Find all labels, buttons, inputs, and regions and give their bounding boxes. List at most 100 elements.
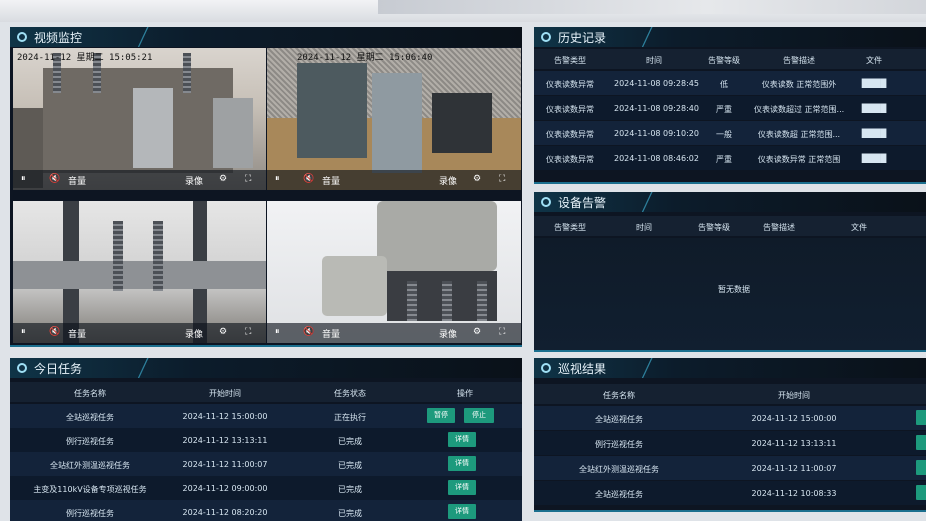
task-detail-button[interactable]: 详情 [448, 480, 476, 495]
fullscreen-icon[interactable]: ⛶ [245, 174, 251, 184]
fullscreen-icon[interactable]: ⛶ [245, 327, 251, 337]
table-row[interactable]: 仪表读数异常 2024-11-08 09:10:20 一般 仪表读数超 正常范围… [534, 121, 926, 145]
task-start-time: 2024-11-12 11:00:07 [182, 460, 268, 469]
record-button[interactable]: 录像 [439, 174, 457, 187]
fullscreen-icon[interactable]: ⛶ [499, 327, 505, 337]
task-name: 全站巡视任务 [66, 413, 114, 422]
header-slant-decoration [130, 27, 156, 47]
table-row: 全站巡视任务 2024-11-12 15:00:00 正在执行 暂停 停止 [10, 404, 522, 428]
fullscreen-icon[interactable]: ⛶ [499, 174, 505, 184]
alarm-level: 严重 [716, 155, 732, 164]
record-button[interactable]: 录像 [185, 327, 203, 340]
table-row[interactable]: 仪表读数异常 2024-11-08 09:28:40 严重 仪表读数超过 正常范… [534, 96, 926, 120]
table-row[interactable]: 全站巡视任务 2024-11-12 15:00:00 [534, 406, 926, 430]
device-panel-title: 设备告警 [558, 196, 607, 210]
table-row[interactable]: 例行巡视任务 2024-11-12 13:13:11 [534, 431, 926, 455]
table-row[interactable]: 仪表读数异常 2024-11-08 09:28:45 低 仪表读数 正常范围外 … [534, 71, 926, 95]
header-slant-decoration [634, 192, 660, 212]
video-feed-4[interactable]: ⏸ 🔇 音量 录像 ⚙ ⛶ [267, 201, 521, 343]
video-osd-timestamp: 2024-11-12 星期二 15:06:40 [297, 53, 433, 63]
alarm-time: 2024-11-08 09:10:20 [614, 129, 699, 138]
alarm-type: 仪表读数异常 [546, 130, 594, 139]
column-header: 开始时间 [209, 389, 241, 398]
mute-icon[interactable]: 🔇 [303, 174, 314, 184]
settings-icon[interactable]: ⚙ [473, 174, 481, 184]
video-feed-2[interactable]: 2024-11-12 星期二 15:06:40 ⏸ 🔇 音量 录像 ⚙ ⛶ [267, 48, 521, 190]
result-action-button[interactable] [916, 485, 926, 500]
panel-bullet-icon [541, 363, 551, 373]
audio-label[interactable]: 音量 [68, 174, 86, 187]
pause-task-button[interactable]: 暂停 [427, 408, 455, 423]
column-header: 任务名称 [74, 389, 106, 398]
video-controls: ⏸ 🔇 音量 录像 ⚙ ⛶ [267, 170, 521, 190]
alarm-type: 仪表读数异常 [546, 155, 594, 164]
table-row[interactable]: 仪表读数异常 2024-11-08 08:46:02 严重 仪表读数异常 正常范… [534, 146, 926, 170]
mute-icon[interactable]: 🔇 [303, 327, 314, 337]
result-start-time: 2024-11-12 10:08:33 [751, 489, 837, 498]
task-detail-button[interactable]: 详情 [448, 432, 476, 447]
video-panel-title: 视频监控 [34, 31, 83, 45]
audio-label[interactable]: 音量 [322, 174, 340, 187]
device-table-header: 告警类型 时间 告警等级 告警描述 文件 [534, 216, 926, 236]
audio-label[interactable]: 音量 [68, 327, 86, 340]
table-row: 全站红外测温巡视任务 2024-11-12 11:00:07 已完成 详情 [10, 452, 522, 476]
task-status: 已完成 [338, 437, 362, 446]
task-detail-button[interactable]: 详情 [448, 456, 476, 471]
video-controls: ⏸ 🔇 音量 录像 ⚙ ⛶ [267, 323, 521, 343]
column-header: 文件 [866, 56, 882, 65]
alarm-level: 严重 [716, 105, 732, 114]
video-feed-3[interactable]: ⏸ 🔇 音量 录像 ⚙ ⛶ [13, 201, 266, 343]
record-button[interactable]: 录像 [185, 174, 203, 187]
history-panel-header: 历史记录 [534, 27, 926, 47]
pause-icon[interactable]: ⏸ [275, 327, 280, 337]
task-detail-button[interactable]: 详情 [448, 504, 476, 519]
pause-icon[interactable]: ⏸ [21, 174, 26, 184]
result-action-button[interactable] [916, 410, 926, 425]
alarm-type: 仪表读数异常 [546, 105, 594, 114]
file-thumbnail[interactable]: ████ [854, 129, 894, 138]
column-header: 告警等级 [698, 223, 730, 232]
column-header: 告警等级 [708, 56, 740, 65]
device-table-body: 暂无数据 [534, 238, 926, 350]
tasks-panel-header: 今日任务 [10, 358, 522, 378]
settings-icon[interactable]: ⚙ [219, 174, 227, 184]
table-row: 例行巡视任务 2024-11-12 08:20:20 已完成 详情 [10, 500, 522, 521]
settings-icon[interactable]: ⚙ [473, 327, 481, 337]
column-header: 时间 [646, 56, 662, 65]
table-row: 主变及110kV设备专项巡视任务 2024-11-12 09:00:00 已完成… [10, 476, 522, 500]
task-start-time: 2024-11-12 15:00:00 [182, 412, 268, 421]
table-row[interactable]: 全站红外测温巡视任务 2024-11-12 11:00:07 [534, 456, 926, 480]
audio-label[interactable]: 音量 [322, 327, 340, 340]
video-osd-timestamp: 2024-11-12 星期二 15:05:21 [17, 53, 153, 63]
result-action-button[interactable] [916, 435, 926, 450]
column-header: 操作 [457, 389, 473, 398]
task-name: 全站红外测温巡视任务 [50, 461, 130, 470]
mute-icon[interactable]: 🔇 [49, 327, 60, 337]
empty-state: 暂无数据 [718, 285, 750, 294]
settings-icon[interactable]: ⚙ [219, 327, 227, 337]
tasks-table-header: 任务名称 开始时间 任务状态 操作 [10, 382, 522, 402]
pause-icon[interactable]: ⏸ [275, 174, 280, 184]
task-start-time: 2024-11-12 08:20:20 [182, 508, 268, 517]
result-task-name: 全站巡视任务 [595, 415, 643, 424]
pause-icon[interactable]: ⏸ [21, 327, 26, 337]
column-header: 文件 [851, 223, 867, 232]
result-action-button[interactable] [916, 460, 926, 475]
task-status: 已完成 [338, 485, 362, 494]
result-task-name: 全站红外测温巡视任务 [579, 465, 659, 474]
column-header: 告警类型 [554, 223, 586, 232]
column-header: 告警描述 [783, 56, 815, 65]
panel-bullet-icon [541, 32, 551, 42]
table-row[interactable]: 全站巡视任务 2024-11-12 10:08:33 [534, 481, 926, 505]
file-thumbnail[interactable]: ████ [854, 154, 894, 163]
result-task-name: 例行巡视任务 [595, 440, 643, 449]
video-feed-1[interactable]: 2024-11-12 星期二 15:05:21 ⏸ 🔇 音量 录像 ⚙ ⛶ [13, 48, 266, 190]
stop-task-button[interactable]: 停止 [464, 408, 494, 423]
file-thumbnail[interactable]: ████ [854, 104, 894, 113]
column-header: 时间 [636, 223, 652, 232]
device-alarm-panel: 设备告警 告警类型 时间 告警等级 告警描述 文件 暂无数据 [534, 192, 926, 352]
mute-icon[interactable]: 🔇 [49, 174, 60, 184]
file-thumbnail[interactable]: ████ [854, 79, 894, 88]
record-button[interactable]: 录像 [439, 327, 457, 340]
history-panel: 历史记录 告警类型 时间 告警等级 告警描述 文件 仪表读数异常 2024-11… [534, 27, 926, 184]
